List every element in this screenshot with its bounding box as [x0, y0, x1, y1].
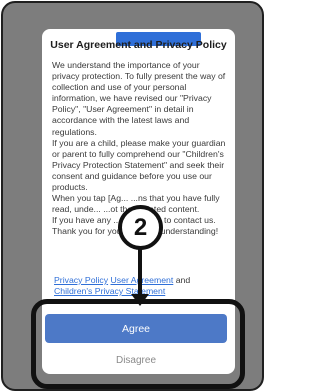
annotation-highlight-box — [31, 299, 245, 389]
annotation-step-badge: 2 — [118, 205, 163, 250]
dialog-title: User Agreement and Privacy Policy — [50, 39, 227, 51]
links-and-text: and — [175, 275, 191, 285]
privacy-policy-link[interactable]: Privacy Policy — [54, 275, 108, 285]
annotation-arrow-head — [131, 294, 149, 306]
device-frame: User Agreement and Privacy Policy We und… — [1, 1, 264, 391]
